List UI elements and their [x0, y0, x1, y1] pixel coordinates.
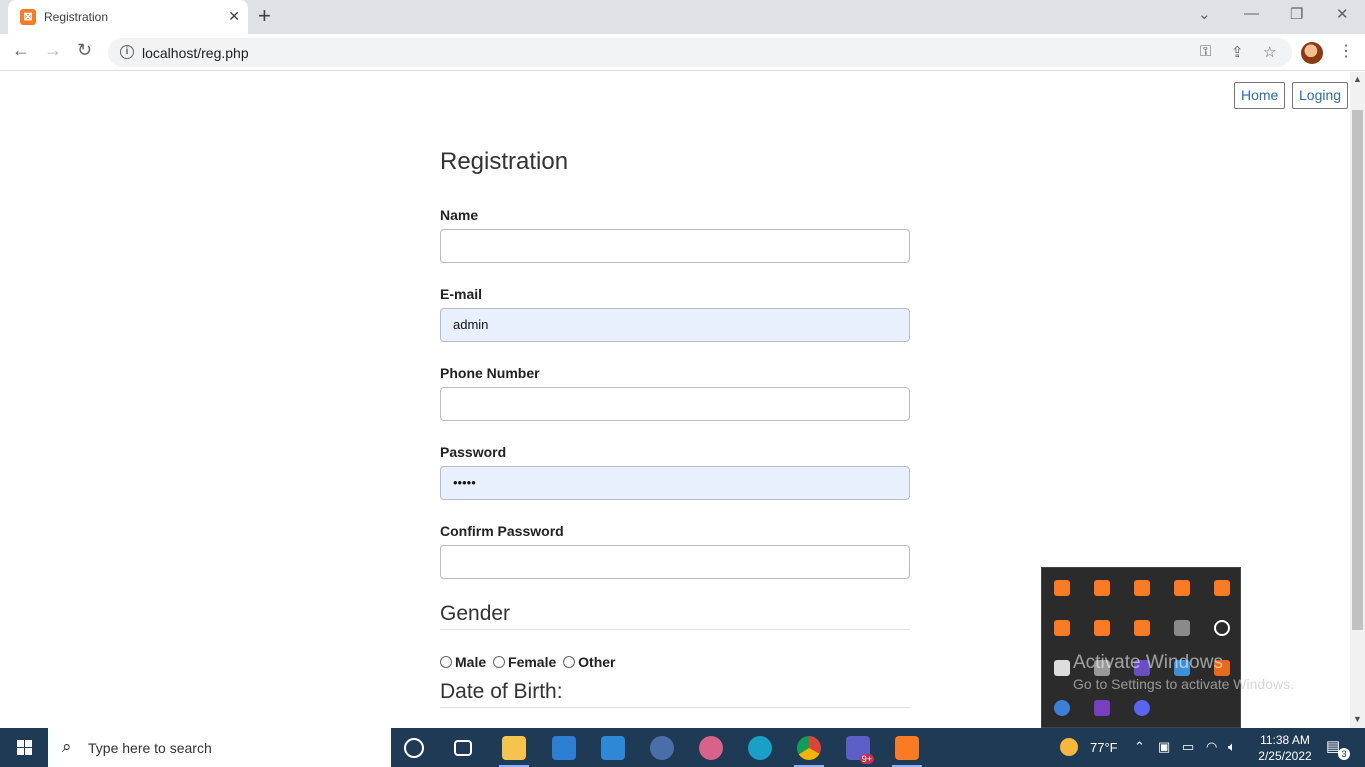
xampp-icon[interactable]: [1094, 580, 1110, 596]
confirm-password-field[interactable]: [440, 545, 910, 579]
password-field[interactable]: •••••: [440, 466, 910, 500]
battery-icon[interactable]: ▭: [1182, 739, 1194, 755]
page-scrollbar[interactable]: ▲ ▼: [1350, 72, 1365, 728]
notification-count: 3: [1338, 748, 1350, 760]
radio-female[interactable]: [493, 656, 506, 668]
reload-icon[interactable]: ↻: [77, 40, 92, 61]
gender-heading: Gender: [440, 602, 511, 625]
minimize-icon[interactable]: —: [1244, 5, 1259, 22]
activate-windows-title: Activate Windows: [1073, 652, 1223, 673]
confirm-password-label: Confirm Password: [440, 523, 564, 539]
divider: [440, 707, 910, 708]
weather-widget[interactable]: 77°F: [1060, 738, 1118, 756]
dob-heading: Date of Birth:: [440, 680, 563, 703]
xampp-icon[interactable]: [1094, 620, 1110, 636]
store-icon[interactable]: [552, 736, 576, 760]
windows-logo-icon: [17, 740, 32, 755]
xampp-icon[interactable]: [1134, 580, 1150, 596]
bookmark-star-icon[interactable]: ☆: [1263, 43, 1276, 61]
taskbar-search[interactable]: ⌕ Type here to search: [48, 728, 391, 767]
xampp-icon[interactable]: [895, 736, 919, 760]
meet-now-icon[interactable]: ▣: [1158, 739, 1170, 755]
qbittorrent-icon[interactable]: [1054, 700, 1070, 716]
forward-icon[interactable]: →: [44, 40, 62, 61]
paint-icon[interactable]: [699, 736, 723, 760]
chevron-up-icon[interactable]: ⌃: [1134, 739, 1145, 755]
key-icon[interactable]: ⚿: [1200, 43, 1211, 60]
teams-badge: 9+: [859, 754, 874, 764]
cortana-icon[interactable]: [404, 738, 424, 758]
xampp-icon: ⊠: [20, 9, 36, 25]
gender-options: Male Female Other: [440, 654, 619, 670]
phone-field[interactable]: [440, 387, 910, 421]
name-field[interactable]: [440, 229, 910, 263]
xampp-icon[interactable]: [1054, 580, 1070, 596]
phone-label: Phone Number: [440, 365, 540, 381]
scroll-down-icon[interactable]: ▼: [1353, 714, 1362, 724]
display-icon[interactable]: [1174, 620, 1190, 636]
radio-other[interactable]: [563, 656, 576, 668]
security-shield-icon[interactable]: [1054, 660, 1070, 676]
browser-toolbar: ← → ↻ i localhost/reg.php ⚿ ⇪ ☆ ⋮: [0, 34, 1365, 71]
restore-icon[interactable]: ❐: [1290, 5, 1303, 23]
url-text: localhost/reg.php: [142, 45, 249, 61]
address-bar[interactable]: i localhost/reg.php ⚿ ⇪ ☆: [108, 38, 1292, 67]
discord-icon[interactable]: [1134, 700, 1150, 716]
radio-label-female: Female: [508, 654, 557, 670]
edge-icon[interactable]: [748, 736, 772, 760]
xampp-icon[interactable]: [1054, 620, 1070, 636]
email-label: E-mail: [440, 286, 483, 302]
radio-label-male: Male: [455, 654, 487, 670]
close-tab-icon[interactable]: ✕: [228, 8, 240, 25]
radio-male[interactable]: [440, 656, 452, 668]
weather-temp: 77°F: [1090, 740, 1118, 755]
pen-app-icon[interactable]: [1094, 700, 1110, 716]
clock-time: 11:38 AM: [1260, 733, 1310, 747]
teams-icon[interactable]: 9+: [846, 736, 874, 764]
email-field[interactable]: admin: [440, 308, 910, 342]
info-icon[interactable]: i: [120, 45, 134, 59]
tab-registration[interactable]: ⊠ Registration ✕: [8, 0, 248, 34]
tray-overflow-panel: [1041, 567, 1241, 728]
mail-icon[interactable]: [601, 736, 625, 760]
file-explorer-icon[interactable]: [502, 736, 526, 760]
search-placeholder: Type here to search: [88, 740, 212, 756]
profile-avatar[interactable]: [1301, 42, 1323, 64]
xampp-icon[interactable]: [1134, 620, 1150, 636]
close-window-icon[interactable]: ✕: [1336, 5, 1349, 23]
home-button[interactable]: Home: [1234, 82, 1286, 109]
new-tab-icon[interactable]: +: [258, 5, 271, 27]
login-button[interactable]: Loging: [1292, 82, 1349, 109]
taskbar: ⌕ Type here to search 9+ 77°F ⌃ ▣ ▭ ◠ 🔈︎…: [0, 728, 1365, 767]
weather-sun-icon: [1060, 738, 1078, 756]
password-label: Password: [440, 444, 507, 460]
divider: [440, 629, 910, 630]
name-label: Name: [440, 207, 479, 223]
search-icon: ⌕: [62, 737, 72, 756]
more-menu-icon[interactable]: ⋮: [1338, 41, 1354, 61]
clock[interactable]: 11:38 AM 2/25/2022: [1253, 732, 1317, 764]
tab-search-icon[interactable]: ⌄: [1198, 5, 1211, 23]
activate-windows-subtitle: Go to Settings to activate Windows.: [1073, 676, 1294, 692]
tab-strip: ⊠ Registration ✕ + ⌄ — ❐ ✕: [0, 0, 1365, 34]
clock-date: 2/25/2022: [1258, 749, 1312, 763]
xampp-icon[interactable]: [1214, 580, 1230, 596]
scroll-thumb[interactable]: [1352, 110, 1363, 630]
chrome-icon[interactable]: [797, 736, 821, 760]
wifi-icon[interactable]: ◠: [1206, 739, 1217, 755]
share-icon[interactable]: ⇪: [1231, 43, 1244, 61]
tab-title: Registration: [44, 10, 109, 24]
record-icon[interactable]: [1214, 620, 1230, 636]
task-view-icon[interactable]: [454, 740, 472, 756]
xampp-icon[interactable]: [1174, 580, 1190, 596]
back-icon[interactable]: ←: [12, 40, 30, 61]
page-title: Registration: [440, 148, 569, 175]
webcam-app-icon[interactable]: [650, 736, 674, 760]
volume-icon[interactable]: 🔈︎: [1228, 739, 1236, 755]
scroll-up-icon[interactable]: ▲: [1353, 74, 1362, 84]
radio-label-other: Other: [578, 654, 616, 670]
start-button[interactable]: [0, 728, 48, 767]
